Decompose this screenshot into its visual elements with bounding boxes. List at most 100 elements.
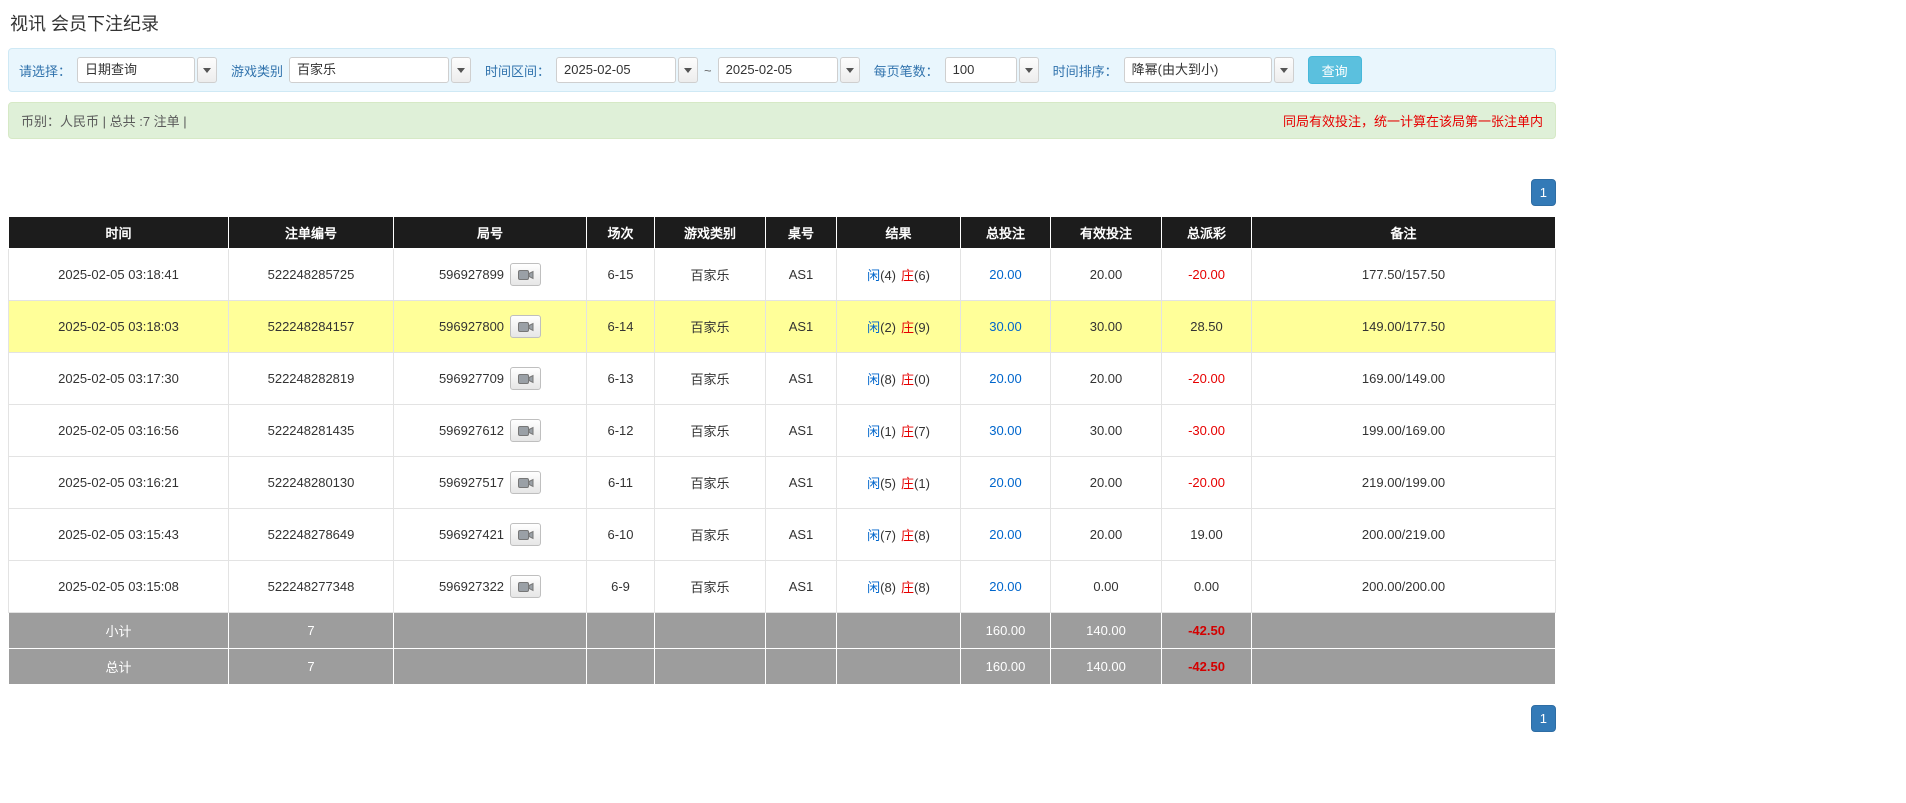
cell-payout: -20.00 bbox=[1162, 457, 1252, 509]
total-total-bet: 160.00 bbox=[961, 649, 1051, 685]
chevron-down-icon[interactable] bbox=[1274, 57, 1294, 83]
total-row: 总计 7 160.00 140.00 -42.50 bbox=[9, 649, 1556, 685]
pagination-top: 1 bbox=[8, 179, 1556, 206]
cell-remark: 200.00/219.00 bbox=[1252, 509, 1556, 561]
result-player: 闲(8) bbox=[867, 369, 896, 388]
summary-bar: 币别：人民币 | 总共 :7 注单 | 同局有效投注，统一计算在该局第一张注单内 bbox=[8, 102, 1556, 139]
result-banker: 庄(0) bbox=[901, 369, 930, 388]
cell-round-id: 596927612 bbox=[394, 405, 587, 457]
date-from-dropdown[interactable]: 2025-02-05 bbox=[556, 57, 698, 83]
total-bet-link[interactable]: 20.00 bbox=[989, 579, 1022, 594]
total-bet-link[interactable]: 30.00 bbox=[989, 423, 1022, 438]
cell-payout: 0.00 bbox=[1162, 561, 1252, 613]
cell-remark: 169.00/149.00 bbox=[1252, 353, 1556, 405]
query-button[interactable]: 查询 bbox=[1308, 56, 1362, 84]
game-type-dropdown[interactable]: 百家乐 bbox=[289, 57, 471, 83]
page-container: 视讯 会员下注纪录 请选择： 日期查询 游戏类别 百家乐 时间区间： 2025-… bbox=[8, 10, 1556, 732]
page-title: 视讯 会员下注纪录 bbox=[10, 10, 1556, 36]
subtotal-total-bet: 160.00 bbox=[961, 613, 1051, 649]
cell-round-id: 596927899 bbox=[394, 249, 587, 301]
cell-valid-bet: 20.00 bbox=[1051, 457, 1162, 509]
table-row: 2025-02-05 03:16:21 522248280130 5969275… bbox=[9, 457, 1556, 509]
cell-bet-id: 522248278649 bbox=[229, 509, 394, 561]
page-size-value[interactable]: 100 bbox=[945, 57, 1017, 83]
cell-table-no: AS1 bbox=[766, 353, 837, 405]
video-replay-button[interactable] bbox=[510, 471, 541, 494]
table-row: 2025-02-05 03:15:08 522248277348 5969273… bbox=[9, 561, 1556, 613]
video-replay-button[interactable] bbox=[510, 419, 541, 442]
chevron-down-icon[interactable] bbox=[451, 57, 471, 83]
table-row: 2025-02-05 03:15:43 522248278649 5969274… bbox=[9, 509, 1556, 561]
cell-game: 百家乐 bbox=[655, 249, 766, 301]
header-table-no: 桌号 bbox=[766, 217, 837, 249]
sort-value[interactable]: 降幂(由大到小) bbox=[1124, 57, 1272, 83]
cell-bet-id: 522248285725 bbox=[229, 249, 394, 301]
camera-icon bbox=[518, 477, 534, 489]
round-id-value: 596927421 bbox=[439, 527, 504, 542]
chevron-down-icon[interactable] bbox=[678, 57, 698, 83]
filter-bar: 请选择： 日期查询 游戏类别 百家乐 时间区间： 2025-02-05 ~ 20… bbox=[8, 48, 1556, 92]
pagination-bottom: 1 bbox=[8, 705, 1556, 732]
total-bet-link[interactable]: 20.00 bbox=[989, 527, 1022, 542]
date-range-tilde: ~ bbox=[704, 63, 712, 78]
header-payout: 总派彩 bbox=[1162, 217, 1252, 249]
video-replay-button[interactable] bbox=[510, 315, 541, 338]
page-1-button[interactable]: 1 bbox=[1531, 179, 1556, 206]
round-id-value: 596927517 bbox=[439, 475, 504, 490]
cell-session: 6-10 bbox=[587, 509, 655, 561]
header-time: 时间 bbox=[9, 217, 229, 249]
cell-result: 闲(1) 庄(7) bbox=[837, 405, 961, 457]
result-banker: 庄(8) bbox=[901, 525, 930, 544]
table-row: 2025-02-05 03:18:41 522248285725 5969278… bbox=[9, 249, 1556, 301]
cell-game: 百家乐 bbox=[655, 405, 766, 457]
game-type-value[interactable]: 百家乐 bbox=[289, 57, 449, 83]
cell-time: 2025-02-05 03:18:03 bbox=[9, 301, 229, 353]
cell-result: 闲(2) 庄(9) bbox=[837, 301, 961, 353]
query-type-dropdown[interactable]: 日期查询 bbox=[77, 57, 217, 83]
result-banker: 庄(9) bbox=[901, 317, 930, 336]
filter-group-time-range: 时间区间： 2025-02-05 ~ 2025-02-05 bbox=[485, 57, 860, 83]
date-from-value[interactable]: 2025-02-05 bbox=[556, 57, 676, 83]
cell-result: 闲(8) 庄(8) bbox=[837, 561, 961, 613]
subtotal-payout: -42.50 bbox=[1162, 613, 1252, 649]
cell-session: 6-12 bbox=[587, 405, 655, 457]
round-id-value: 596927899 bbox=[439, 267, 504, 282]
cell-payout: 19.00 bbox=[1162, 509, 1252, 561]
chevron-down-icon[interactable] bbox=[1019, 57, 1039, 83]
date-to-value[interactable]: 2025-02-05 bbox=[718, 57, 838, 83]
query-type-value[interactable]: 日期查询 bbox=[77, 57, 195, 83]
game-type-label: 游戏类别 bbox=[231, 61, 283, 80]
chevron-down-icon[interactable] bbox=[840, 57, 860, 83]
cell-round-id: 596927800 bbox=[394, 301, 587, 353]
video-replay-button[interactable] bbox=[510, 367, 541, 390]
date-to-dropdown[interactable]: 2025-02-05 bbox=[718, 57, 860, 83]
total-bet-link[interactable]: 20.00 bbox=[989, 267, 1022, 282]
cell-round-id: 596927421 bbox=[394, 509, 587, 561]
result-player: 闲(4) bbox=[867, 265, 896, 284]
sort-dropdown[interactable]: 降幂(由大到小) bbox=[1124, 57, 1294, 83]
cell-time: 2025-02-05 03:15:08 bbox=[9, 561, 229, 613]
filter-group-game: 游戏类别 百家乐 bbox=[231, 57, 471, 83]
cell-result: 闲(8) 庄(0) bbox=[837, 353, 961, 405]
page-1-button[interactable]: 1 bbox=[1531, 705, 1556, 732]
chevron-down-icon[interactable] bbox=[197, 57, 217, 83]
total-bet-link[interactable]: 30.00 bbox=[989, 319, 1022, 334]
video-replay-button[interactable] bbox=[510, 263, 541, 286]
total-bet-link[interactable]: 20.00 bbox=[989, 371, 1022, 386]
result-banker: 庄(1) bbox=[901, 473, 930, 492]
camera-icon bbox=[518, 425, 534, 437]
cell-game: 百家乐 bbox=[655, 353, 766, 405]
cell-total-bet: 30.00 bbox=[961, 301, 1051, 353]
round-id-value: 596927709 bbox=[439, 371, 504, 386]
cell-time: 2025-02-05 03:16:21 bbox=[9, 457, 229, 509]
page-size-dropdown[interactable]: 100 bbox=[945, 57, 1039, 83]
video-replay-button[interactable] bbox=[510, 575, 541, 598]
result-banker: 庄(8) bbox=[901, 577, 930, 596]
cell-bet-id: 522248284157 bbox=[229, 301, 394, 353]
cell-valid-bet: 20.00 bbox=[1051, 249, 1162, 301]
cell-result: 闲(4) 庄(6) bbox=[837, 249, 961, 301]
cell-valid-bet: 30.00 bbox=[1051, 405, 1162, 457]
video-replay-button[interactable] bbox=[510, 523, 541, 546]
total-bet-link[interactable]: 20.00 bbox=[989, 475, 1022, 490]
cell-round-id: 596927322 bbox=[394, 561, 587, 613]
